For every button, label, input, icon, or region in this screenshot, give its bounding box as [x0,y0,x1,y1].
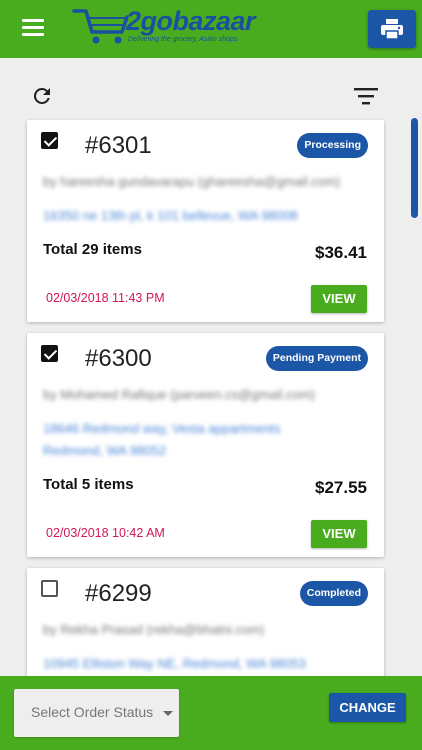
view-button[interactable]: VIEW [311,520,367,548]
scrollbar[interactable] [411,118,418,218]
cart-icon [72,9,129,44]
refresh-icon[interactable] [30,84,54,108]
order-date: 02/03/2018 10:42 AM [46,526,165,540]
customer-info: by hareesha gundavarapu (ghareesha@gmail… [43,174,341,189]
order-card[interactable]: #6301 Processing by hareesha gundavarapu… [27,120,384,322]
delivery-address: 18646 Redmond way, Vesta appartments Red… [43,421,281,458]
order-checkbox[interactable] [41,580,58,597]
order-checkbox[interactable] [41,345,58,362]
order-price: $36.41 [315,243,367,262]
delivery-address: 10945 Elliston Way NE, Redmond, WA 98053 [43,656,306,671]
change-status-button[interactable]: CHANGE [329,693,406,722]
order-checkbox[interactable] [41,132,58,149]
delivery-address: 16350 ne 13th pl, k 101 bellevue, WA 980… [43,208,298,223]
order-date: 02/03/2018 11:43 PM [46,291,165,305]
print-button[interactable] [368,10,416,48]
select-placeholder: Select Order Status [31,704,154,720]
app-header: 2gobazaar Delivering the grocery, Asian … [0,0,422,58]
app-logo: 2gobazaar Delivering the grocery, Asian … [72,6,256,48]
filter-icon[interactable] [353,86,379,106]
order-number: #6301 [85,132,152,159]
hamburger-icon[interactable] [22,19,44,37]
customer-info: by Mohamed Rafique (parveen.cs@gmail.com… [43,387,315,402]
order-card[interactable]: #6300 Pending Payment by Mohamed Rafique… [27,333,384,557]
order-price: $27.55 [315,478,367,497]
caret-down-icon [163,711,173,716]
customer-info: by Rekha Prasad (rekha@bhatni.com) [43,622,265,637]
item-total: Total 5 items [43,476,134,493]
order-number: #6299 [85,580,152,607]
order-number: #6300 [85,345,152,372]
view-button[interactable]: VIEW [311,285,367,313]
logo-title: 2gobazaar [126,6,256,36]
status-badge: Processing [297,133,368,158]
status-badge: Completed [299,581,368,606]
logo-tagline: Delivering the grocery, Asian shops [128,36,238,43]
item-total: Total 29 items [43,241,142,258]
bottom-action-bar: Select Order Status CHANGE [0,676,422,750]
printer-icon [381,19,403,40]
status-badge: Pending Payment [265,346,368,371]
order-status-select[interactable]: Select Order Status [14,689,179,737]
